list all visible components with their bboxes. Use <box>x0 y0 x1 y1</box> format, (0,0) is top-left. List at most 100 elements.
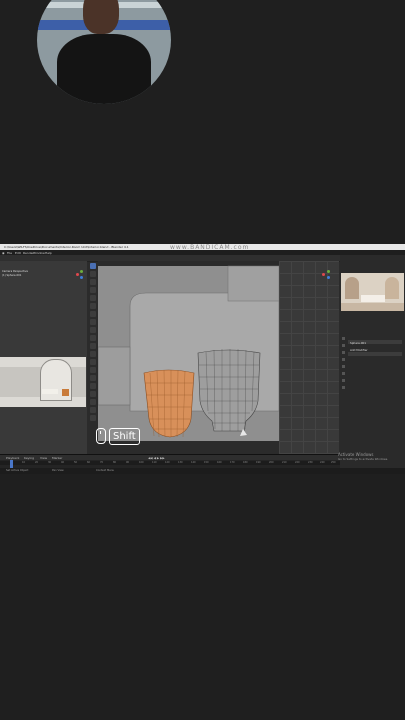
transform-tool-icon[interactable] <box>90 303 96 309</box>
bevel-tool-icon[interactable] <box>90 343 96 349</box>
render-preview-thumbnail <box>341 273 404 311</box>
object-name-label: Sphere.001 <box>350 341 367 345</box>
camera-viewport[interactable]: Camera Perspective (1) Sphere.001 <box>0 261 87 457</box>
selected-vase[interactable] <box>143 369 195 438</box>
rotate-tool-icon[interactable] <box>90 287 96 293</box>
ruler-tick: 220 <box>295 461 300 464</box>
select-tool-icon[interactable] <box>90 263 96 269</box>
ruler-tick: 140 <box>191 461 196 464</box>
tool-props-icon[interactable] <box>342 337 345 340</box>
ruler-tick: 50 <box>74 461 78 464</box>
smooth-tool-icon[interactable] <box>90 383 96 389</box>
ruler-tick: 110 <box>152 461 157 464</box>
tool-shelf <box>89 263 98 443</box>
timeline-menu-view[interactable]: View <box>40 456 47 460</box>
add-modifier-button[interactable] <box>348 352 402 356</box>
status-left: Set Active Object <box>6 469 29 472</box>
viewport-object-label: (1) Sphere.001 <box>2 274 22 277</box>
ruler-tick: 10 <box>22 461 26 464</box>
axis-x-icon[interactable] <box>76 273 79 276</box>
status-right: Context Menu <box>96 469 115 472</box>
upper-block <box>227 265 279 302</box>
poly-build-tool-icon[interactable] <box>90 367 96 373</box>
output-props-icon[interactable] <box>342 351 345 354</box>
render-props-icon[interactable] <box>342 344 345 347</box>
axis-y-icon[interactable] <box>80 270 83 273</box>
ruler-tick: 250 <box>331 461 336 464</box>
playback-controls-icon[interactable]: ◀◀ ◀ ▶ ▶▶ <box>148 456 165 460</box>
room-sofa <box>42 389 58 394</box>
webcam-person-head <box>83 0 119 34</box>
annotate-tool-icon[interactable] <box>90 311 96 317</box>
ruler-tick: 190 <box>256 461 261 464</box>
ruler-tick: 90 <box>126 461 130 464</box>
edge-slide-tool-icon[interactable] <box>90 391 96 397</box>
ruler-tick: 170 <box>230 461 235 464</box>
timeline-ruler[interactable]: 0 10 20 30 40 50 60 70 80 90 100 110 120… <box>0 461 340 465</box>
ruler-tick: 160 <box>217 461 222 464</box>
ruler-tick: 30 <box>48 461 52 464</box>
move-tool-icon[interactable] <box>90 279 96 285</box>
main-3d-viewport[interactable] <box>98 261 279 441</box>
thumbnail-arch <box>385 277 399 299</box>
ruler-tick: 130 <box>178 461 183 464</box>
object-props-icon[interactable] <box>342 372 345 375</box>
world-props-icon[interactable] <box>342 365 345 368</box>
loop-cut-tool-icon[interactable] <box>90 351 96 357</box>
windows-activation-notice: Activate Windows Go to Settings to activ… <box>338 452 388 462</box>
axis-x-icon[interactable] <box>322 273 325 276</box>
axis-y-icon[interactable] <box>327 270 330 273</box>
rip-tool-icon[interactable] <box>90 415 96 421</box>
ruler-tick: 240 <box>320 461 325 464</box>
mouse-icon <box>96 428 106 444</box>
inset-tool-icon[interactable] <box>90 335 96 341</box>
timeline[interactable]: Playback Keying View Marker ◀◀ ◀ ▶ ▶▶ 0 … <box>0 454 340 469</box>
viewport-scene <box>98 265 279 438</box>
ruler-tick: 20 <box>35 461 39 464</box>
modifier-props-icon[interactable] <box>342 379 345 382</box>
thumbnail-floor <box>341 303 404 311</box>
shrink-tool-icon[interactable] <box>90 399 96 405</box>
thumbnail-sofa <box>361 295 385 302</box>
blender-screen: C:\Users\WILFI\OneDrive\Documents\Interi… <box>0 244 405 474</box>
ruler-tick: 80 <box>113 461 117 464</box>
add-modifier-label: Add Modifier <box>350 348 368 352</box>
ruler-tick: 120 <box>165 461 170 464</box>
grey-vase[interactable] <box>197 349 261 432</box>
status-bar: Set Active Object Pan View Context Menu <box>0 468 405 474</box>
ruler-tick: 150 <box>204 461 209 464</box>
status-mid: Pan View <box>52 469 64 472</box>
webcam-person-body <box>57 34 151 104</box>
scale-tool-icon[interactable] <box>90 295 96 301</box>
ruler-tick: 60 <box>87 461 91 464</box>
window-title: C:\Users\WILFI\OneDrive\Documents\Interi… <box>4 245 129 249</box>
ruler-tick: 70 <box>100 461 104 464</box>
extrude-tool-icon[interactable] <box>90 327 96 333</box>
room-chair <box>62 389 69 396</box>
key-press-overlay: Shift <box>96 428 142 446</box>
measure-tool-icon[interactable] <box>90 319 96 325</box>
camera-render-preview <box>0 357 86 407</box>
ruler-tick: 200 <box>269 461 274 464</box>
viewport-grid-area[interactable] <box>279 261 339 457</box>
shift-key-badge: Shift <box>109 428 140 445</box>
ruler-tick: 40 <box>61 461 65 464</box>
timeline-menu-marker[interactable]: Marker <box>52 456 62 460</box>
timeline-menu-keying[interactable]: Keying <box>24 456 34 460</box>
scene-props-icon[interactable] <box>342 358 345 361</box>
axis-z-icon[interactable] <box>80 276 83 279</box>
spin-tool-icon[interactable] <box>90 375 96 381</box>
cursor-tool-icon[interactable] <box>90 271 96 277</box>
ruler-tick: 210 <box>282 461 287 464</box>
ruler-tick: 100 <box>139 461 144 464</box>
properties-tabs <box>342 337 346 427</box>
thumbnail-arch <box>345 277 359 299</box>
axis-z-icon[interactable] <box>327 276 330 279</box>
material-props-icon[interactable] <box>342 386 345 389</box>
viewport-info: Camera Perspective (1) Sphere.001 <box>2 270 28 278</box>
knife-tool-icon[interactable] <box>90 359 96 365</box>
activation-subtitle: Go to Settings to activate Windows. <box>338 457 389 461</box>
ruler-tick: 230 <box>308 461 313 464</box>
wall-ledge <box>98 346 131 406</box>
shear-tool-icon[interactable] <box>90 407 96 413</box>
